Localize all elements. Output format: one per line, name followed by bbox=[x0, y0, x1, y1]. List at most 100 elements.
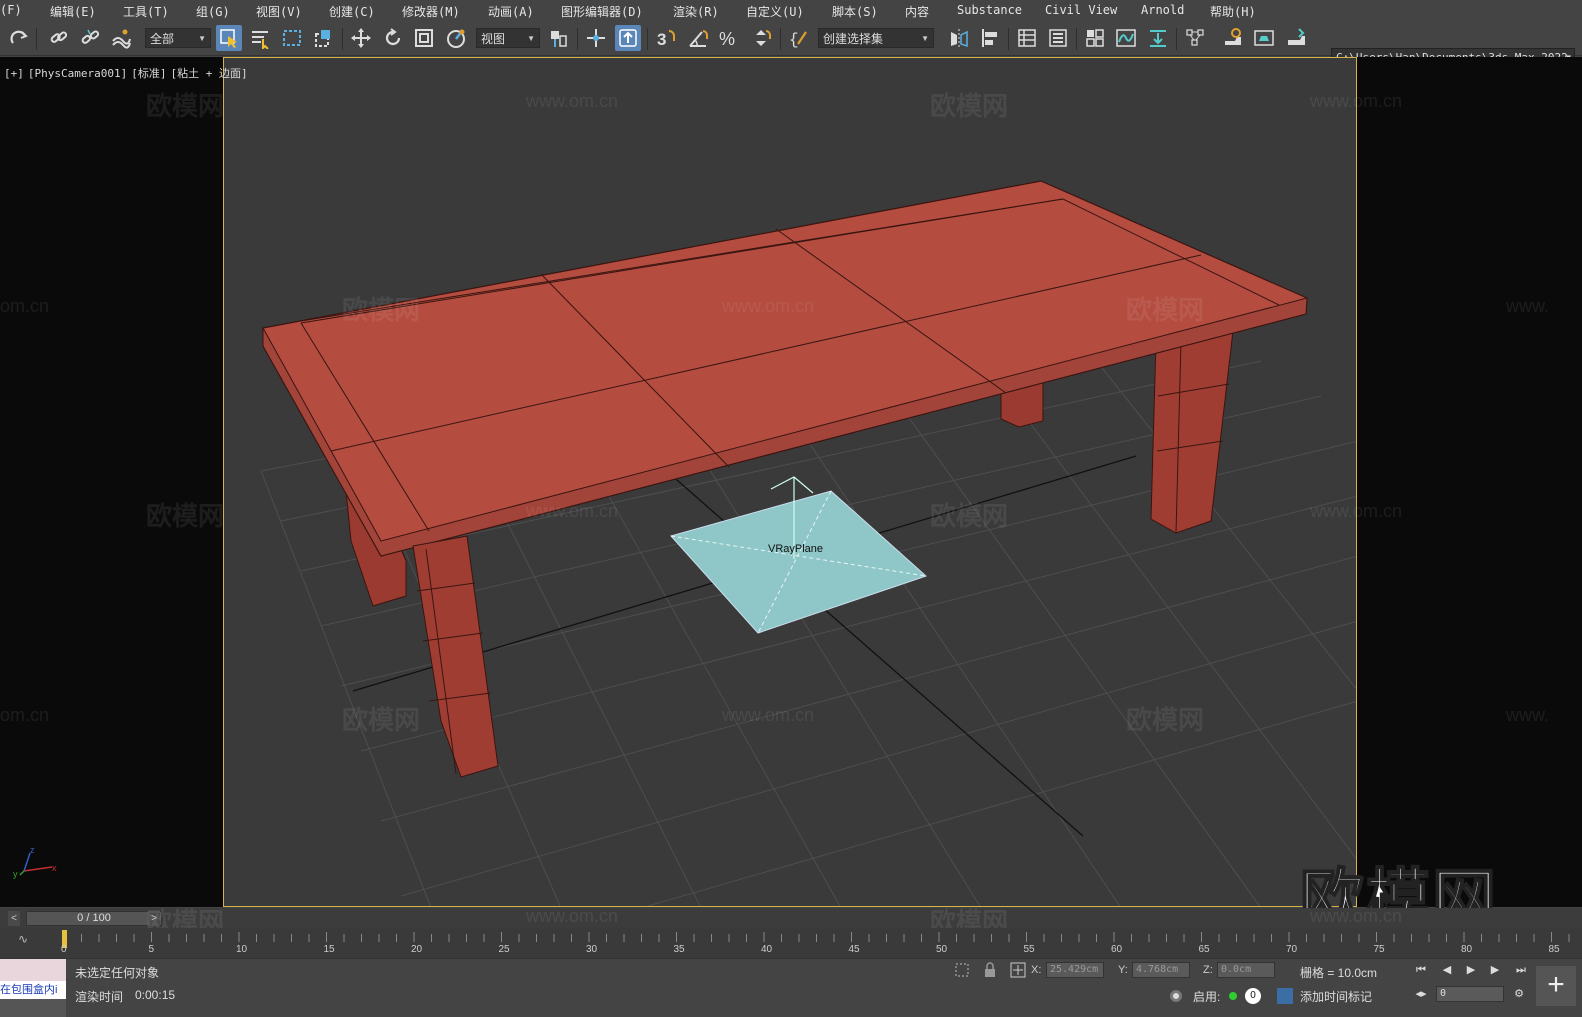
grid-size-status: 栅格 = 10.0cm bbox=[1300, 966, 1378, 980]
menu-item[interactable]: 组(G) bbox=[196, 3, 230, 20]
rect-selection-region-icon[interactable] bbox=[279, 25, 305, 51]
menu-item[interactable]: 脚本(S) bbox=[832, 3, 878, 20]
ruler-tick-label: 5 bbox=[148, 944, 155, 955]
time-slider-next-button[interactable]: > bbox=[148, 911, 160, 926]
selection-status: 未选定任何对象 bbox=[75, 966, 160, 980]
menu-item[interactable]: 工具(T) bbox=[123, 3, 169, 20]
main-toolbar: 全部 ▼ 视图 ▼ 3 % { 创建选择集 ▼ bbox=[0, 20, 1582, 68]
menu-item[interactable]: Civil View bbox=[1045, 3, 1117, 17]
track-bar[interactable]: ∿ 0 5 10 15 20 25 30 35 40 45 50 55 60 65 70 75 80 85 bbox=[0, 928, 1582, 958]
select-by-name-icon[interactable] bbox=[247, 25, 273, 51]
vray-plane-label: VRayPlane bbox=[768, 543, 823, 555]
mirror-icon[interactable] bbox=[946, 25, 972, 51]
render-setup-icon[interactable] bbox=[1220, 25, 1246, 51]
track-ruler[interactable]: 0 5 10 15 20 25 30 35 40 45 50 55 60 65 70 75 80 85 bbox=[61, 930, 1577, 956]
unlink-icon[interactable] bbox=[77, 25, 103, 51]
viewport-standard-menu[interactable]: [标准] bbox=[131, 67, 166, 80]
menu-item[interactable]: 创建(C) bbox=[329, 3, 375, 20]
menu-item[interactable]: 渲染(R) bbox=[673, 3, 719, 20]
viewport-scene: VRayPlane bbox=[260, 180, 1356, 906]
angle-snap-icon[interactable] bbox=[685, 25, 711, 51]
mini-curve-editor-icon[interactable]: ∿ bbox=[18, 932, 28, 946]
time-slider-thumb[interactable]: 0 / 100 bbox=[26, 911, 162, 926]
schematic-view-icon[interactable] bbox=[1145, 25, 1171, 51]
play-icon[interactable]: ▶ bbox=[1462, 962, 1480, 978]
link-icon[interactable] bbox=[46, 25, 72, 51]
named-selection-dropdown[interactable]: 创建选择集 ▼ bbox=[818, 28, 934, 48]
y-coord-field[interactable]: 4.768cm bbox=[1132, 962, 1190, 978]
svg-text:x: x bbox=[52, 863, 57, 873]
edit-named-selection-icon[interactable]: { bbox=[786, 25, 812, 51]
z-coord-label: Z: bbox=[1203, 964, 1213, 976]
viewport-shading-menu[interactable]: [粘土 + 边面] bbox=[170, 67, 247, 80]
next-frame-icon[interactable]: ▶ bbox=[1486, 962, 1504, 978]
menu-item[interactable]: 帮助(H) bbox=[1210, 3, 1256, 20]
time-tag-icon[interactable] bbox=[1277, 988, 1293, 1004]
menu-item[interactable]: 修改器(M) bbox=[402, 3, 460, 20]
watermark-url: www.om.cn bbox=[1310, 906, 1403, 926]
bind-spacewarp-icon[interactable] bbox=[108, 25, 134, 51]
maxscript-output[interactable]: 在包围盒内i bbox=[0, 981, 66, 999]
menu-item[interactable]: (F) bbox=[0, 3, 22, 17]
rendered-frame-window-icon[interactable] bbox=[1251, 25, 1277, 51]
isolate-selection-icon[interactable] bbox=[954, 962, 970, 978]
menu-item[interactable]: Substance bbox=[957, 3, 1022, 17]
current-frame-field[interactable]: 0 bbox=[1436, 986, 1504, 1002]
z-coord-field[interactable]: 0.0cm bbox=[1217, 962, 1275, 978]
absolute-mode-icon[interactable] bbox=[1010, 962, 1026, 978]
prev-frame-icon[interactable]: ◀ bbox=[1438, 962, 1456, 978]
select-object-icon[interactable] bbox=[216, 25, 242, 51]
viewport-camera-menu[interactable]: [PhysCamera001] bbox=[28, 67, 127, 80]
viewport-general-menu[interactable]: [+] bbox=[4, 67, 24, 80]
perspective-viewport[interactable]: VRayPlane bbox=[223, 57, 1357, 907]
scale-icon[interactable] bbox=[411, 25, 437, 51]
scene-explorer-icon[interactable] bbox=[1082, 25, 1108, 51]
snaps-toggle-icon[interactable]: 3 bbox=[653, 25, 679, 51]
svg-text:3: 3 bbox=[657, 30, 666, 49]
keyboard-shortcut-icon[interactable] bbox=[615, 25, 641, 51]
material-editor-icon[interactable] bbox=[1182, 25, 1208, 51]
time-config-icon[interactable]: ⚙ bbox=[1510, 986, 1528, 1002]
enable-label: 启用: bbox=[1193, 990, 1221, 1004]
select-manipulate-icon[interactable] bbox=[583, 25, 609, 51]
menu-item[interactable]: 动画(A) bbox=[488, 3, 534, 20]
align-icon[interactable] bbox=[977, 25, 1003, 51]
menu-item[interactable]: 视图(V) bbox=[256, 3, 302, 20]
redo-icon[interactable] bbox=[6, 25, 32, 51]
goto-end-icon[interactable]: ⏭ bbox=[1512, 962, 1530, 978]
status-bar: 在包围盒内i 未选定任何对象 渲染时间 0:00:15 X: 25.429cm … bbox=[0, 958, 1582, 1017]
render-production-icon[interactable] bbox=[1283, 25, 1309, 51]
percent-snap-icon[interactable]: % bbox=[716, 25, 742, 51]
toggle-ribbon-icon[interactable] bbox=[1045, 25, 1071, 51]
pivot-center-icon[interactable] bbox=[545, 25, 571, 51]
menu-item[interactable]: 图形编辑器(D) bbox=[561, 3, 643, 20]
viewport-label-menu[interactable]: [+] [PhysCamera001] [标准] [粘土 + 边面] bbox=[4, 65, 252, 81]
curve-editor-icon[interactable] bbox=[1113, 25, 1139, 51]
layer-explorer-icon[interactable] bbox=[1014, 25, 1040, 51]
vray-plane-object[interactable] bbox=[670, 490, 927, 634]
rotate-icon[interactable] bbox=[380, 25, 406, 51]
selection-filter-dropdown[interactable]: 全部 ▼ bbox=[145, 28, 211, 48]
placement-icon[interactable] bbox=[443, 25, 469, 51]
viewport-left-background: x z y bbox=[0, 57, 223, 907]
maxscript-listener[interactable]: 在包围盒内i bbox=[0, 959, 66, 1017]
time-slider-prev-button[interactable]: < bbox=[8, 911, 20, 926]
selection-lock-icon[interactable] bbox=[982, 962, 998, 978]
x-coord-field[interactable]: 25.429cm bbox=[1046, 962, 1104, 978]
adaptive-degradation-icon[interactable] bbox=[1168, 988, 1184, 1004]
menu-item[interactable]: 编辑(E) bbox=[50, 3, 96, 20]
add-time-tag-button[interactable]: 添加时间标记 bbox=[1300, 988, 1372, 1005]
enable-count-badge[interactable]: 0 bbox=[1245, 988, 1261, 1004]
move-icon[interactable] bbox=[348, 25, 374, 51]
spinner-snap-icon[interactable] bbox=[748, 25, 774, 51]
ruler-tick-label: 20 bbox=[411, 944, 423, 955]
ruler-tick-label: 10 bbox=[236, 944, 248, 955]
key-mode-icon[interactable]: ◂▸ bbox=[1412, 986, 1430, 1002]
menu-item[interactable]: Arnold bbox=[1141, 3, 1184, 17]
goto-start-icon[interactable]: ⏮ bbox=[1412, 962, 1430, 978]
menu-item[interactable]: 自定义(U) bbox=[746, 3, 804, 20]
create-plus-button[interactable]: + bbox=[1536, 966, 1576, 1006]
menu-item[interactable]: 内容 bbox=[905, 3, 929, 20]
window-crossing-icon[interactable] bbox=[310, 25, 336, 51]
ref-coord-dropdown[interactable]: 视图 ▼ bbox=[476, 28, 540, 48]
